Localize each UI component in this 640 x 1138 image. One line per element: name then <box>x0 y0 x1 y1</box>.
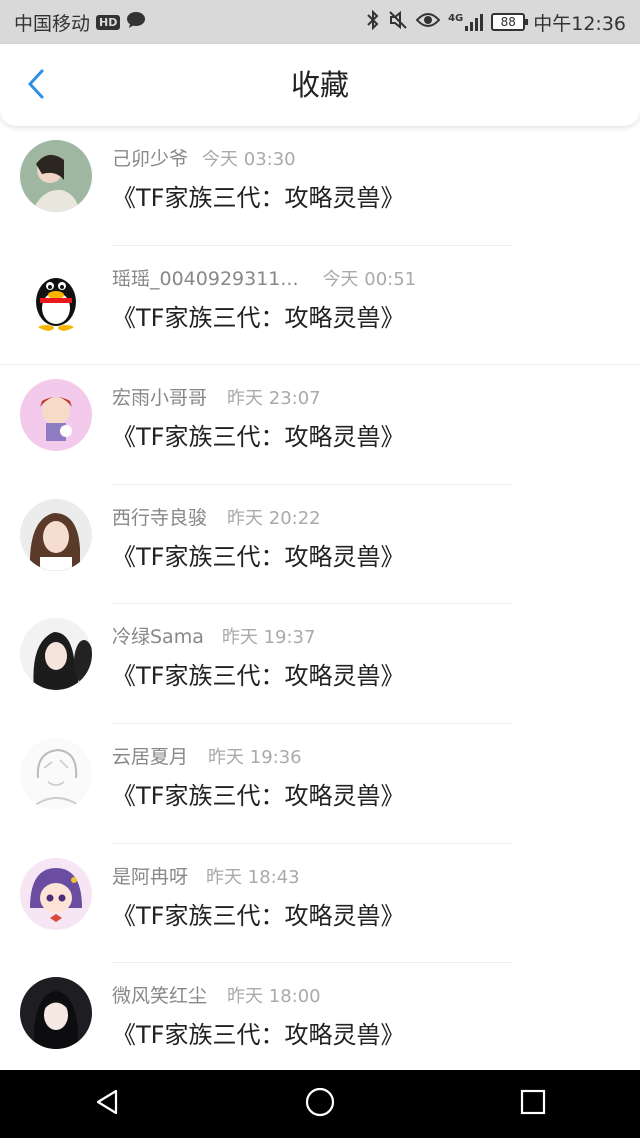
avatar <box>20 618 92 691</box>
avatar <box>20 857 92 930</box>
story-title: 《TF家族三代：攻略灵兽》 <box>112 781 405 810</box>
timestamp: 昨天 23:07 <box>227 388 321 410</box>
page-title: 收藏 <box>290 68 349 102</box>
avatar <box>20 737 92 810</box>
username: 云居夏月 <box>112 745 189 768</box>
story-title: 《TF家族三代：攻略灵兽》 <box>112 303 405 332</box>
favorites-list: 己卯少爷 今天 03:30 《TF家族三代：攻略灵兽》 瑶瑶_0040929311… <box>0 126 640 1083</box>
list-item[interactable]: 宏雨小哥哥 昨天 23:07 《TF家族三代：攻略灵兽》 <box>0 365 640 485</box>
timestamp: 今天 00:51 <box>322 268 417 290</box>
mute-icon <box>388 10 408 35</box>
android-home-icon <box>304 1086 336 1122</box>
username: 冷绿Sama <box>112 626 204 649</box>
timestamp: 昨天 19:36 <box>208 746 302 768</box>
android-back-button[interactable] <box>77 1074 137 1134</box>
list-item[interactable]: 西行寺良骏 昨天 20:22 《TF家族三代：攻略灵兽》 <box>0 485 640 605</box>
story-title: 《TF家族三代：攻略灵兽》 <box>112 662 405 691</box>
header-bar: 收藏 <box>0 44 640 126</box>
android-recents-button[interactable] <box>503 1074 563 1134</box>
list-item[interactable]: 瑶瑶_0040929311... 今天 00:51 《TF家族三代：攻略灵兽》 <box>0 246 640 366</box>
carrier-label: 中国移动 <box>14 12 91 35</box>
eye-icon <box>415 11 441 34</box>
clock: 中午12:36 <box>533 12 626 35</box>
timestamp: 昨天 20:22 <box>227 507 321 529</box>
timestamp: 昨天 18:43 <box>206 866 300 888</box>
list-item[interactable]: 是阿冉呀 昨天 18:43 《TF家族三代：攻略灵兽》 <box>0 844 640 964</box>
story-title: 《TF家族三代：攻略灵兽》 <box>112 184 405 212</box>
battery-icon: 88 <box>491 13 529 31</box>
username: 是阿冉呀 <box>112 865 189 888</box>
chat-bubble-icon <box>126 11 146 34</box>
system-nav-bar <box>0 1070 640 1138</box>
username: 微风笑红尘 <box>112 985 208 1008</box>
story-title: 《TF家族三代：攻略灵兽》 <box>112 1021 405 1050</box>
signal-icon: 4G <box>448 13 484 31</box>
avatar <box>20 140 92 212</box>
avatar <box>20 259 92 332</box>
android-home-button[interactable] <box>290 1074 350 1134</box>
avatar <box>20 379 92 452</box>
story-title: 《TF家族三代：攻略灵兽》 <box>112 542 405 571</box>
status-bar: 中国移动 HD 4G 88 中午12:36 <box>0 0 640 44</box>
list-item[interactable]: 冷绿Sama 昨天 19:37 《TF家族三代：攻略灵兽》 <box>0 604 640 724</box>
username: 西行寺良骏 <box>112 506 208 529</box>
android-back-icon <box>92 1087 122 1121</box>
timestamp: 昨天 18:00 <box>227 986 321 1008</box>
username: 瑶瑶_0040929311... <box>112 267 299 290</box>
list-item[interactable]: 己卯少爷 今天 03:30 《TF家族三代：攻略灵兽》 <box>0 126 640 246</box>
timestamp: 昨天 19:37 <box>221 627 316 649</box>
list-item[interactable]: 微风笑红尘 昨天 18:00 《TF家族三代：攻略灵兽》 <box>0 963 640 1083</box>
timestamp: 今天 03:30 <box>202 149 296 170</box>
username: 己卯少爷 <box>112 148 189 170</box>
avatar <box>20 977 92 1050</box>
android-recents-icon <box>519 1088 547 1120</box>
story-title: 《TF家族三代：攻略灵兽》 <box>112 901 405 930</box>
avatar <box>20 498 92 571</box>
battery-level: 88 <box>500 15 516 29</box>
network-type-label: 4G <box>448 13 464 24</box>
hd-badge: HD <box>96 14 121 30</box>
list-item[interactable]: 云居夏月 昨天 19:36 《TF家族三代：攻略灵兽》 <box>0 724 640 844</box>
story-title: 《TF家族三代：攻略灵兽》 <box>112 423 405 452</box>
bluetooth-icon <box>366 9 380 35</box>
username: 宏雨小哥哥 <box>112 387 208 410</box>
